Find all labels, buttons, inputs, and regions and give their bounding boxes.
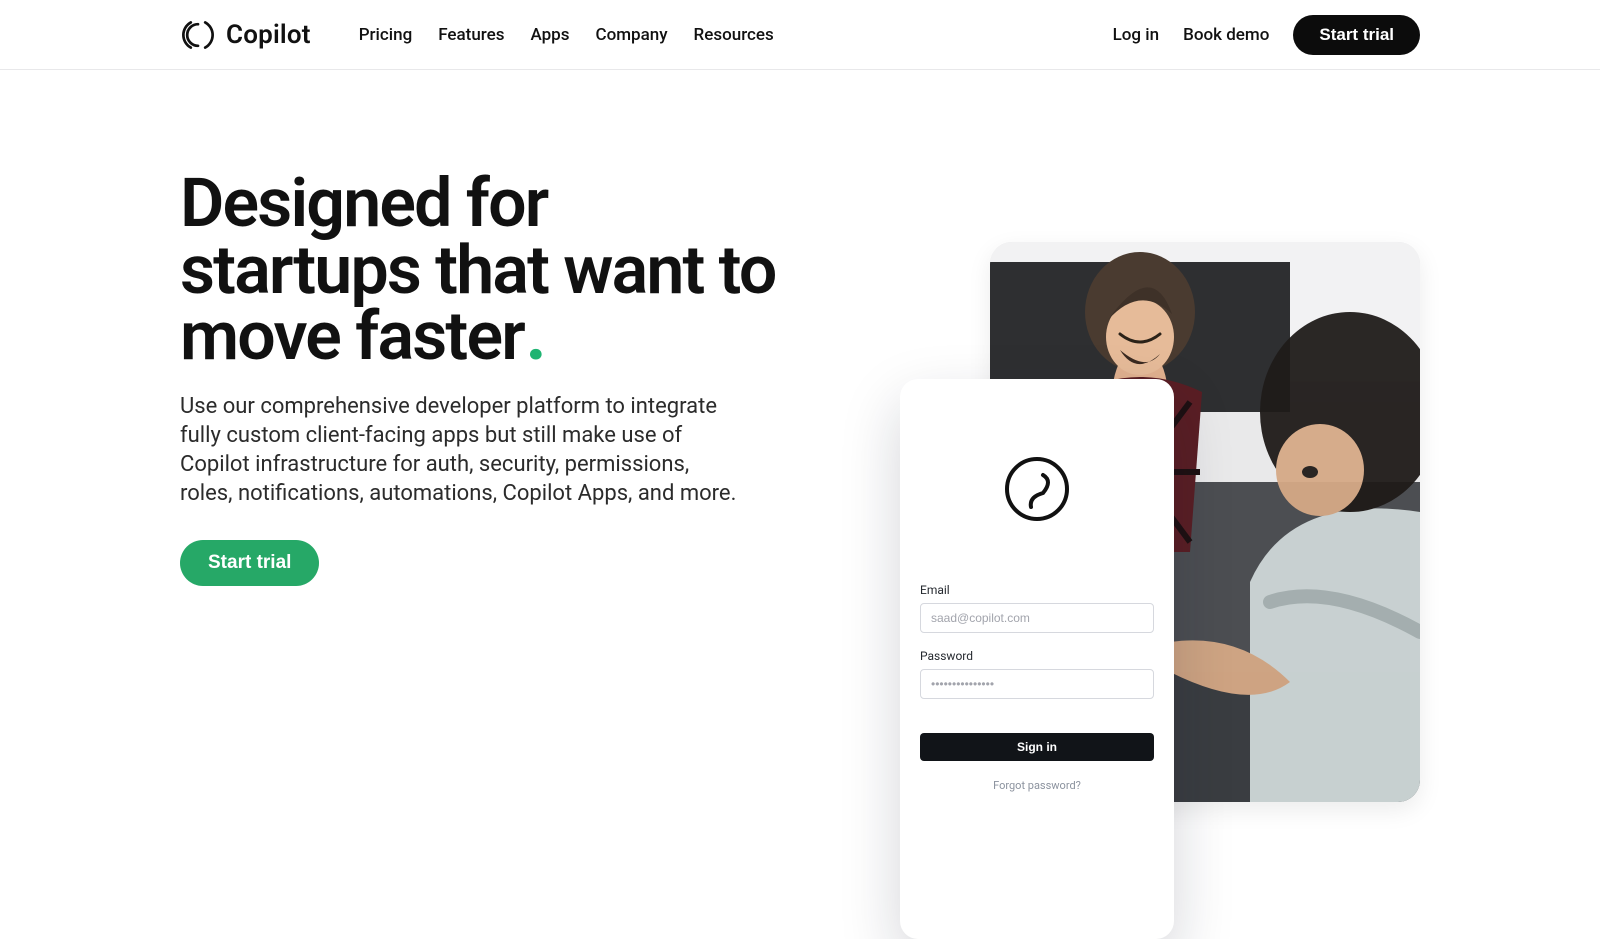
password-label: Password xyxy=(920,649,1154,663)
login-link[interactable]: Log in xyxy=(1113,25,1159,45)
email-label: Email xyxy=(920,583,1154,597)
brand-mark-icon xyxy=(180,17,216,53)
page-title: Designed for startups that want to move … xyxy=(180,170,780,370)
password-field-group: Password xyxy=(920,649,1154,699)
email-field-group: Email xyxy=(920,583,1154,633)
accent-dot: . xyxy=(526,296,544,376)
hero-subcopy: Use our comprehensive developer platform… xyxy=(180,392,740,508)
hero-visual: Email Password Sign in Forgot password? xyxy=(820,170,1420,830)
login-card: Email Password Sign in Forgot password? xyxy=(900,379,1174,939)
nav-link-features[interactable]: Features xyxy=(438,25,504,45)
primary-nav: Pricing Features Apps Company Resources xyxy=(359,25,774,45)
nav-link-company[interactable]: Company xyxy=(595,25,667,45)
sign-in-button[interactable]: Sign in xyxy=(920,733,1154,761)
nav-link-resources[interactable]: Resources xyxy=(694,25,774,45)
forgot-password-link[interactable]: Forgot password? xyxy=(920,779,1154,792)
brand-logo[interactable]: Copilot xyxy=(180,17,311,53)
headline-text: Designed for startups that want to move … xyxy=(180,163,776,376)
book-demo-link[interactable]: Book demo xyxy=(1183,25,1269,45)
hero-copy: Designed for startups that want to move … xyxy=(180,170,780,830)
email-field[interactable] xyxy=(920,603,1154,633)
hero-section: Designed for startups that want to move … xyxy=(0,70,1600,890)
nav-link-apps[interactable]: Apps xyxy=(531,25,570,45)
site-header: Copilot Pricing Features Apps Company Re… xyxy=(0,0,1600,70)
start-trial-button-header[interactable]: Start trial xyxy=(1293,15,1420,55)
login-card-logo xyxy=(920,455,1154,527)
header-actions: Log in Book demo Start trial xyxy=(1113,15,1420,55)
nav-link-pricing[interactable]: Pricing xyxy=(359,25,413,45)
brand-wordmark: Copilot xyxy=(226,20,311,50)
brand-badge-icon xyxy=(1003,455,1071,527)
start-trial-button-hero[interactable]: Start trial xyxy=(180,540,319,586)
password-field[interactable] xyxy=(920,669,1154,699)
